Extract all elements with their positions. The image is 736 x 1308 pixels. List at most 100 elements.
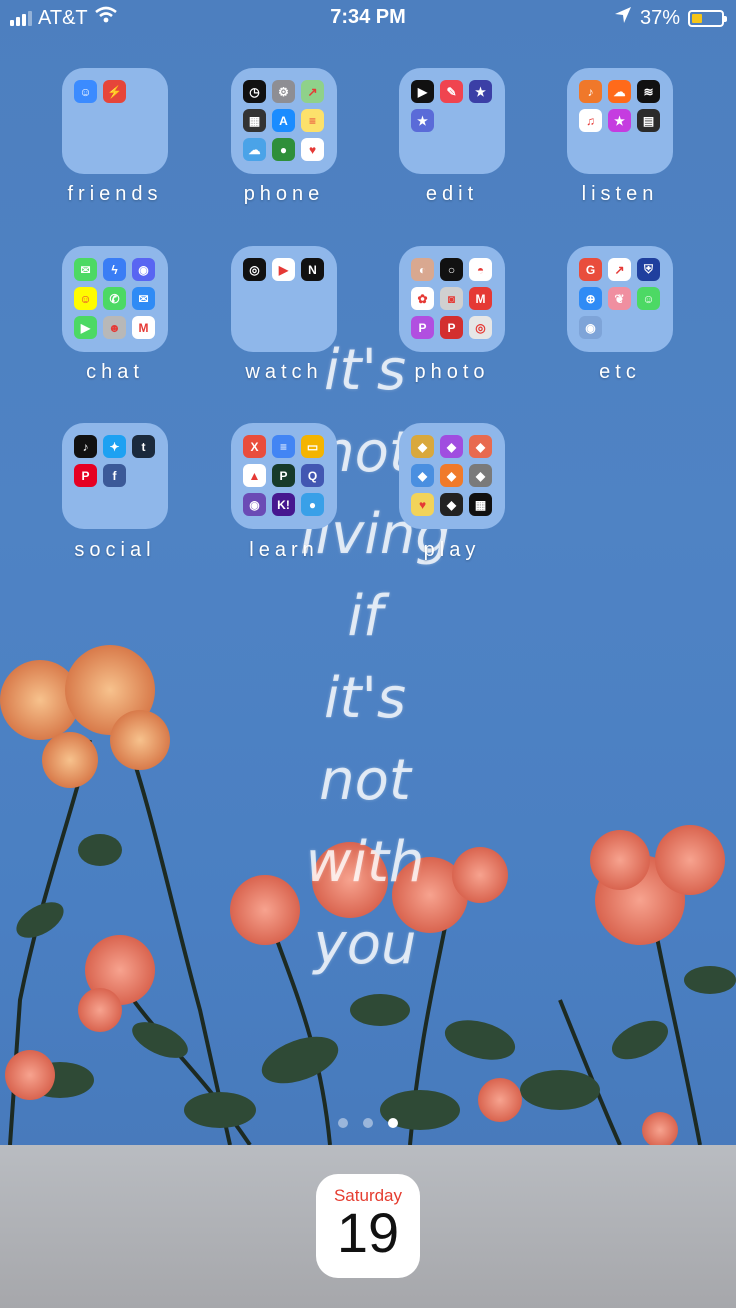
battery-level (692, 13, 702, 23)
page-dot[interactable] (388, 1118, 398, 1128)
flashcard-icon: X (243, 435, 266, 458)
drive-icon: ▲ (243, 464, 266, 487)
game-h-icon: ◆ (440, 493, 463, 516)
podcast-icon: ♪ (579, 80, 602, 103)
folder-watch[interactable]: ◎ ▶ N (231, 246, 337, 352)
camera-icon: ◙ (440, 287, 463, 310)
folder-app-grid: ✉ ϟ ◉ ☺ ✆ ✉ ▶ ☻ M (74, 258, 155, 339)
quote-line: with (305, 830, 425, 895)
clock-icon: ◷ (243, 80, 266, 103)
game-g-icon: ♥ (411, 493, 434, 516)
grubhub-icon: G (579, 258, 602, 281)
pinterest-icon: P (74, 464, 97, 487)
owl-icon: ◉ (243, 493, 266, 516)
page-dot[interactable] (338, 1118, 348, 1128)
folder-label-edit: edit (425, 183, 479, 205)
music-icon: ♫ (579, 109, 602, 132)
red-alert-icon: ⚡ (103, 80, 126, 103)
folder-chat[interactable]: ✉ ϟ ◉ ☺ ✆ ✉ ▶ ☻ M (62, 246, 168, 352)
shield-icon: ⛨ (637, 258, 660, 281)
settings-icon: ⚙ (272, 80, 295, 103)
slides-icon: ▭ (301, 435, 324, 458)
discord-icon: ◉ (132, 258, 155, 281)
star-app-icon: ★ (411, 109, 434, 132)
game-e-icon: ◆ (440, 464, 463, 487)
red-m-icon: M (469, 287, 492, 310)
messages-icon: ✉ (74, 258, 97, 281)
game-b-icon: ◆ (440, 435, 463, 458)
contacts-icon: ☻ (103, 316, 126, 339)
kahoot-icon: K! (272, 493, 295, 516)
lens-icon: ◎ (469, 316, 492, 339)
folder-social[interactable]: ♪ ✦ t Pf (62, 423, 168, 529)
netflix-icon: N (301, 258, 324, 281)
folder-label-watch: watch (245, 361, 323, 383)
maps-icon: ↗ (301, 80, 324, 103)
folder-label-friends: friends (67, 183, 163, 205)
folder-phone[interactable]: ◷ ⚙ ↗ ▦ A ≡ ☁ ● ♥ (231, 68, 337, 174)
status-bar: AT&T 7:34 PM 37% (0, 0, 736, 38)
game-d-icon: ◆ (411, 464, 434, 487)
photos-icon: ✿ (411, 287, 434, 310)
photo-editor-icon: ◓ (469, 258, 492, 281)
gmail-icon: M (132, 316, 155, 339)
leaf-icon: ❦ (608, 287, 631, 310)
folder-friends[interactable]: ☺ ⚡ (62, 68, 168, 174)
twitter-icon: ✦ (103, 435, 126, 458)
folder-label-chat: chat (86, 361, 144, 383)
weather-icon: ☁ (243, 138, 266, 161)
mail-icon: ✉ (132, 287, 155, 310)
location-arrow-icon (614, 6, 632, 30)
clips-icon: ▶ (411, 80, 434, 103)
folder-photo[interactable]: ◐ ○ ◓ ✿ ◙ M P P ◎ (399, 246, 505, 352)
facebook-icon: f (103, 464, 126, 487)
folder-label-etc: etc (599, 361, 641, 383)
imovie-icon: ★ (469, 80, 492, 103)
folder-app-grid: ◐ ○ ◓ ✿ ◙ M P P ◎ (411, 258, 492, 339)
facetime-icon: ▶ (74, 316, 97, 339)
page-dot[interactable] (363, 1118, 373, 1128)
folder-app-grid: ◷ ⚙ ↗ ▦ A ≡ ☁ ● ♥ (243, 80, 324, 161)
folder-label-learn: learn (249, 539, 319, 561)
chat-bubble-icon: ● (301, 493, 324, 516)
photo-app-icon: ◐ (411, 258, 434, 281)
stocks-icon: ↗ (608, 258, 631, 281)
calculator-icon: ▦ (243, 109, 266, 132)
notes-icon: ≡ (301, 109, 324, 132)
status-right-group: 37% (614, 6, 727, 30)
youtube-icon: ▶ (272, 258, 295, 281)
folder-listen[interactable]: ♪ ☁ ≋ ♫ ★ ▤ (567, 68, 673, 174)
folder-edit[interactable]: ▶ ✎ ★ ★ (399, 68, 505, 174)
folder-label-listen: listen (581, 183, 659, 205)
directv-icon: ◎ (243, 258, 266, 281)
folder-label-phone: phone (243, 183, 325, 205)
battery-icon (688, 9, 727, 27)
folder-label-play: play (423, 539, 481, 561)
quote-line: not (319, 748, 411, 813)
folder-play[interactable]: ◆ ◆ ◆ ◆ ◆ ◆ ♥ ◆ ▦ (399, 423, 505, 529)
calendar-app-icon[interactable]: Saturday 19 (316, 1174, 420, 1278)
picsart-icon: P (411, 316, 434, 339)
page-indicator[interactable] (0, 1118, 736, 1128)
snapchat-icon: ☺ (74, 287, 97, 310)
game-i-icon: ▦ (469, 493, 492, 516)
folder-app-grid: ◎ ▶ N (243, 258, 324, 281)
pixlr-icon: P (440, 316, 463, 339)
folder-label-photo: photo (414, 361, 490, 383)
periscope-icon: ◉ (579, 316, 602, 339)
app-store-icon: A (272, 109, 295, 132)
safari-icon: ⊕ (579, 287, 602, 310)
p-app-icon: P (272, 464, 295, 487)
game-a-icon: ◆ (411, 435, 434, 458)
quote-line: you (313, 912, 417, 977)
edit-app-icon: ✎ (440, 80, 463, 103)
folder-app-grid: X ≡ ▭ ▲ P Q ◉ K! ● (243, 435, 324, 516)
folder-app-grid: ☺ ⚡ (74, 80, 155, 103)
folder-learn[interactable]: X ≡ ▭ ▲ P Q ◉ K! ● (231, 423, 337, 529)
messenger-icon: ϟ (103, 258, 126, 281)
tiktok-icon: ♪ (74, 435, 97, 458)
folder-app-grid: ◆ ◆ ◆ ◆ ◆ ◆ ♥ ◆ ▦ (411, 435, 492, 516)
find-my-icon: ● (272, 138, 295, 161)
quizlet-icon: Q (301, 464, 324, 487)
folder-etc[interactable]: G ↗ ⛨ ⊕ ❦ ☺ ◉ (567, 246, 673, 352)
